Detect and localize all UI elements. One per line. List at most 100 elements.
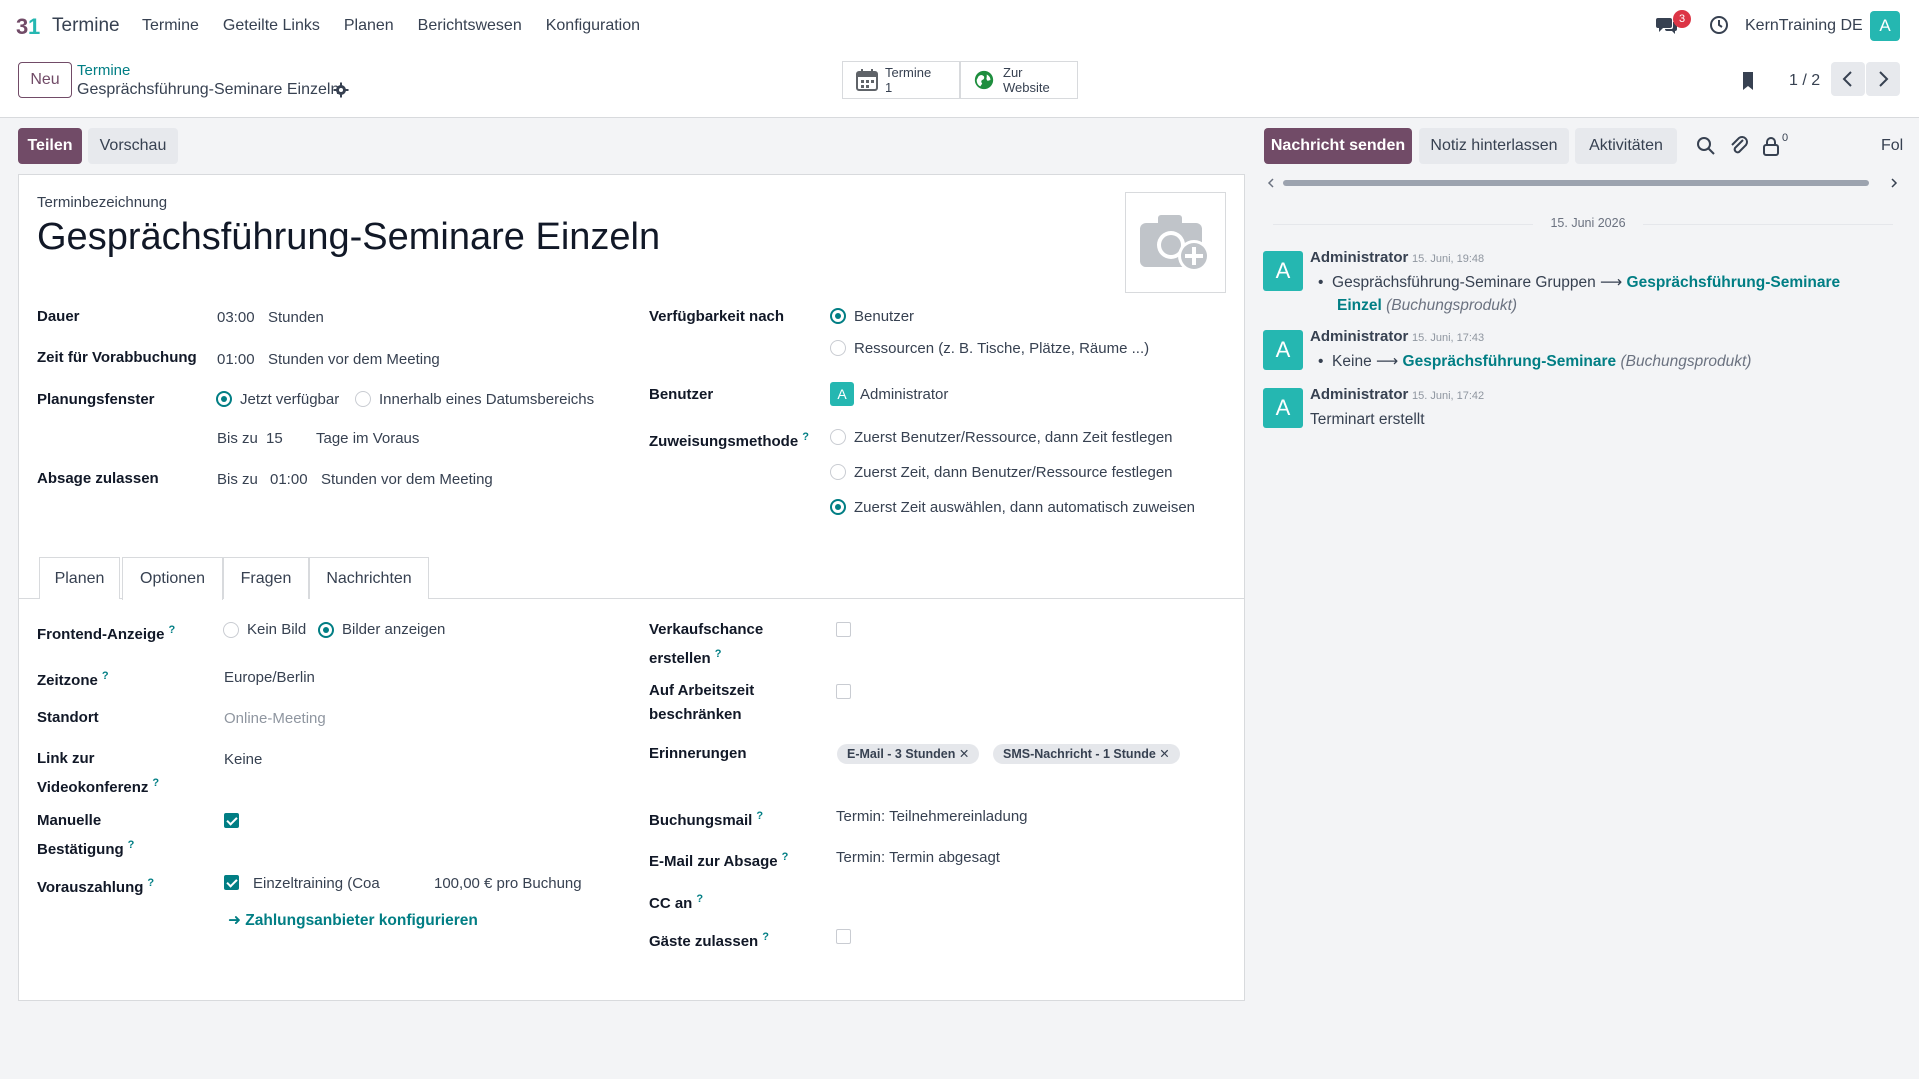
close-icon[interactable]: ✕ [1159, 747, 1169, 761]
reminder-tag[interactable]: E-Mail - 3 Stunden ✕ [837, 744, 980, 764]
reminder-tag[interactable]: SMS-Nachricht - 1 Stunde ✕ [993, 744, 1180, 764]
worktime-label-line2: beschränken [649, 706, 742, 723]
chatter-scrollbar[interactable] [1265, 176, 1900, 188]
cancel-hours-input[interactable]: 01:00 [270, 468, 308, 492]
prepayment-product-select[interactable]: Einzeltraining (Coa [253, 872, 380, 896]
bullet: • [1318, 274, 1333, 291]
payment-provider-link[interactable]: ➜ Zahlungsanbieter konfigurieren [228, 911, 478, 930]
lock-icon[interactable] [1762, 136, 1780, 156]
smart-termine-label: Termine [885, 65, 932, 80]
send-message-button[interactable]: Nachricht senden [1264, 128, 1412, 164]
duration-input[interactable]: 03:00 [217, 306, 255, 330]
prepayment-checkbox[interactable] [224, 875, 239, 890]
manual-confirm-label: Manuelle Bestätigung? [37, 809, 134, 862]
help-icon[interactable]: ? [782, 851, 789, 863]
top-navbar: 3 1 Termine Termine Geteilte Links Plane… [0, 0, 1919, 52]
manual-confirm-checkbox[interactable] [224, 813, 239, 828]
duration-unit: Stunden [268, 309, 324, 326]
gear-icon[interactable] [333, 82, 349, 98]
scroll-right-icon[interactable] [1890, 178, 1898, 188]
cancel-mail-select[interactable]: Termin: Termin abgesagt [836, 846, 1000, 870]
help-icon[interactable]: ? [762, 931, 769, 943]
help-icon[interactable]: ? [152, 777, 159, 789]
location-input[interactable]: Online-Meeting [224, 707, 326, 731]
window-days-input[interactable]: 15 [266, 427, 283, 451]
message-author[interactable]: Administrator [1310, 328, 1408, 345]
message-author-avatar[interactable]: A [1263, 388, 1303, 428]
log-note-button[interactable]: Notiz hinterlassen [1419, 128, 1569, 164]
menu-item-konfiguration[interactable]: Konfiguration [546, 17, 640, 35]
assign-opt1-radio[interactable] [830, 429, 846, 445]
smart-button-termine[interactable]: Termine 1 [842, 61, 960, 99]
help-icon[interactable]: ? [102, 670, 109, 682]
preview-button[interactable]: Vorschau [88, 128, 178, 164]
help-icon[interactable]: ? [802, 431, 809, 443]
tracking-field-name: (Buchungsprodukt) [1620, 353, 1752, 370]
menu-item-termine[interactable]: Termine [142, 17, 199, 35]
message-author-avatar[interactable]: A [1263, 330, 1303, 370]
company-switcher[interactable]: KernTraining DE [1745, 17, 1863, 35]
help-icon[interactable]: ? [147, 877, 154, 889]
help-icon[interactable]: ? [696, 893, 703, 905]
availability-users-radio[interactable] [830, 308, 846, 324]
scrollbar-thumb[interactable] [1283, 180, 1869, 186]
app-logo-icon[interactable]: 3 1 [16, 12, 46, 40]
reminder-tag-label: E-Mail - 3 Stunden [847, 747, 956, 761]
message-author-avatar[interactable]: A [1263, 251, 1303, 291]
share-button[interactable]: Teilen [18, 128, 82, 164]
help-icon[interactable]: ? [128, 839, 135, 851]
message-time: 15. Juni, 17:42 [1412, 390, 1485, 402]
help-icon[interactable]: ? [715, 648, 722, 660]
tab-planen[interactable]: Planen [39, 557, 120, 599]
users-tag-value[interactable]: Administrator [860, 383, 948, 407]
bookmark-icon[interactable] [1740, 70, 1756, 92]
help-icon[interactable]: ? [756, 810, 763, 822]
app-name[interactable]: Termine [52, 15, 120, 37]
menu-item-berichtswesen[interactable]: Berichtswesen [418, 17, 522, 35]
assign-opt3-radio[interactable] [830, 499, 846, 515]
pager-value[interactable]: 1 / 2 [1789, 72, 1820, 90]
cancel-unit: Stunden vor dem Meeting [321, 471, 493, 488]
tab-fragen[interactable]: Fragen [223, 557, 309, 599]
timezone-label: Zeitzone? [37, 664, 109, 693]
frontend-show-images-radio[interactable] [318, 622, 334, 638]
search-icon[interactable] [1696, 136, 1716, 156]
menu-item-geteilte-links[interactable]: Geteilte Links [223, 17, 320, 35]
breadcrumb-parent-link[interactable]: Termine [77, 62, 130, 79]
prebook-input[interactable]: 01:00 [217, 348, 255, 372]
worktime-checkbox[interactable] [836, 684, 851, 699]
opportunity-checkbox[interactable] [836, 622, 851, 637]
message-author[interactable]: Administrator [1310, 249, 1408, 266]
control-panel: Neu Termine Gesprächsführung-Seminare Ei… [0, 52, 1919, 118]
availability-resources-radio[interactable] [830, 340, 846, 356]
activities-button[interactable]: Aktivitäten [1575, 128, 1677, 164]
timezone-select[interactable]: Europe/Berlin [224, 666, 315, 690]
assign-opt2-radio[interactable] [830, 464, 846, 480]
new-button[interactable]: Neu [18, 62, 72, 98]
pager-next-button[interactable] [1866, 62, 1900, 96]
follow-button[interactable]: Fol [1881, 137, 1903, 155]
booking-mail-select[interactable]: Termin: Teilnehmereinladung [836, 805, 1028, 829]
user-avatar[interactable]: A [1870, 11, 1900, 41]
menu-item-planen[interactable]: Planen [344, 17, 394, 35]
reminders-label: Erinnerungen [649, 745, 747, 762]
pager-previous-button[interactable] [1831, 62, 1865, 96]
tab-optionen[interactable]: Optionen [122, 557, 223, 600]
tab-nachrichten[interactable]: Nachrichten [309, 557, 429, 599]
appointment-name-field[interactable]: Gesprächsführung-Seminare Einzeln [37, 216, 660, 259]
window-available-now-radio[interactable] [216, 391, 232, 407]
video-link-select[interactable]: Keine [224, 748, 262, 772]
prebook-unit: Stunden vor dem Meeting [268, 351, 440, 368]
guests-allow-checkbox[interactable] [836, 929, 851, 944]
close-icon[interactable]: ✕ [959, 747, 969, 761]
image-upload-field[interactable] [1125, 192, 1226, 293]
frontend-no-image-radio[interactable] [223, 622, 239, 638]
activity-clock-icon[interactable] [1709, 15, 1729, 35]
message-author[interactable]: Administrator [1310, 386, 1408, 403]
tracking-field-name: (Buchungsprodukt) [1386, 297, 1518, 314]
smart-button-website[interactable]: Zur Website [960, 61, 1078, 99]
help-icon[interactable]: ? [169, 624, 176, 636]
scroll-left-icon[interactable] [1267, 178, 1275, 188]
window-date-range-radio[interactable] [355, 391, 371, 407]
paperclip-icon[interactable] [1729, 134, 1749, 156]
